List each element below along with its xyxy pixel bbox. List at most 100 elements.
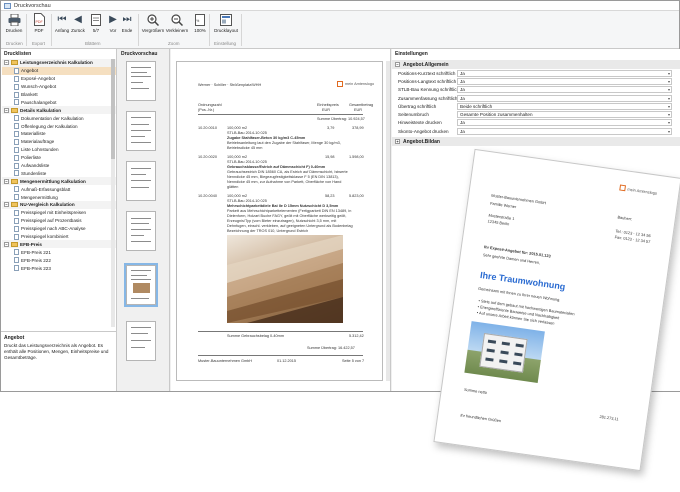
tree-label: Preisspiegel auf Prozentbasis — [21, 218, 82, 224]
tree-item[interactable]: Polierliste — [2, 154, 116, 162]
tree-group[interactable]: − Leistungsverzeichnis Kalkulation — [2, 59, 116, 67]
expand-icon[interactable]: + — [395, 139, 400, 145]
page-thumbnail[interactable] — [126, 211, 156, 251]
page-thumbnail[interactable] — [126, 161, 156, 201]
line-text: Mehrschichtparkettdiele Bai Ile D 15mm N… — [227, 204, 339, 208]
collapse-icon[interactable]: − — [4, 202, 9, 208]
thumb-line — [131, 279, 151, 280]
tree-item[interactable]: Liste Lohnstunden — [2, 146, 116, 154]
tree-group[interactable]: − EFB-Preis — [2, 240, 116, 249]
tree-item[interactable]: Aufwandsliste — [2, 162, 116, 170]
group-label-blaettern: Blättern — [85, 41, 101, 46]
tree-item[interactable]: Preisspiegel mit Einheitspreisen — [2, 209, 116, 217]
line-menge: 100,000 m2 — [227, 194, 248, 198]
tree-item[interactable]: Aufmaß-Erfassungsblatt — [2, 185, 116, 193]
folder-icon — [11, 241, 18, 247]
tree-item[interactable]: EFB-Preis 223 — [2, 264, 116, 272]
tree-item[interactable]: Mengenermittlung — [2, 193, 116, 201]
tree-item[interactable]: Angebot — [2, 66, 116, 75]
last-page-label: Ende — [121, 28, 133, 33]
collapse-icon[interactable]: − — [4, 178, 9, 184]
tree-label: Pauschalangebot — [21, 99, 57, 105]
tree-item[interactable]: Preisspiegel auf Prozentbasis — [2, 217, 116, 225]
settings-section-images[interactable]: + Angebot.Bildan — [392, 137, 680, 147]
tree-item[interactable]: Blankett — [2, 91, 116, 99]
zoom-out-button[interactable]: Verkleinern — [166, 13, 188, 39]
tree-item[interactable]: Stundenliste — [2, 169, 116, 177]
setting-dropdown[interactable]: Ja ▾ — [457, 77, 672, 85]
tree-item[interactable]: Materialauftrage — [2, 138, 116, 146]
title-bar: Druckvorschau — [1, 1, 679, 11]
chevron-down-icon[interactable]: ▾ — [668, 112, 671, 117]
collapse-icon[interactable]: − — [4, 107, 9, 113]
chevron-down-icon[interactable]: ▾ — [668, 104, 671, 109]
setting-dropdown[interactable]: Ja ▾ — [457, 119, 672, 127]
page-thumbnail[interactable] — [126, 321, 156, 361]
setting-dropdown[interactable]: Ja ▾ — [457, 127, 672, 135]
document-icon — [14, 249, 19, 256]
tree-scrollbar[interactable] — [111, 59, 115, 327]
pdf-button[interactable]: PDF PDF — [28, 13, 50, 39]
print-button[interactable]: Drucken — [3, 13, 25, 39]
chevron-down-icon[interactable]: ▾ — [668, 79, 671, 84]
page-thumbnail[interactable] — [126, 111, 156, 151]
chevron-down-icon[interactable]: ▾ — [668, 87, 671, 92]
collapse-icon[interactable]: − — [4, 60, 9, 66]
chevron-down-icon[interactable]: ▾ — [668, 129, 671, 134]
chevron-down-icon[interactable]: ▾ — [668, 71, 671, 76]
page-thumbnail-selected[interactable] — [124, 263, 158, 307]
svg-text:PDF: PDF — [35, 20, 43, 24]
settings-section-general[interactable]: − Angebot.Allgemein — [392, 60, 680, 69]
setting-dropdown[interactable]: Ja ▾ — [457, 69, 672, 77]
setting-dropdown[interactable]: Ja ▾ — [457, 86, 672, 94]
print-lists-title: Drucklisten — [4, 51, 32, 57]
group-label-einstellung: Einstellung — [214, 41, 237, 46]
col-header-pos: (Pos.-Nr.) — [198, 108, 215, 112]
zoom-in-button[interactable]: Vergrößern — [142, 13, 164, 39]
tree-label: Aufwandsliste — [21, 163, 50, 169]
tree-item[interactable]: Exposé-Angebot — [2, 75, 116, 83]
chevron-down-icon[interactable]: ▾ — [668, 120, 671, 125]
tree-item[interactable]: EFB-Preis 221 — [2, 248, 116, 256]
page-thumbnail[interactable] — [126, 61, 156, 101]
tree-item[interactable]: EFB-Preis 222 — [2, 256, 116, 264]
document-icon — [14, 225, 19, 232]
settings-title: Einstellungen — [395, 51, 428, 57]
setting-dropdown[interactable]: Ja ▾ — [457, 94, 672, 102]
tree-scroll-thumb[interactable] — [111, 59, 115, 159]
setting-dropdown[interactable]: Gesamte Position zusammenhalten ▾ — [457, 111, 672, 119]
thumb-line — [131, 67, 151, 68]
parquet-image — [227, 235, 343, 323]
zoom-level-button[interactable]: % 100% — [189, 13, 211, 39]
tree-item[interactable]: Offenlegung der Kalkulation — [2, 122, 116, 130]
line-ep: 58,23 — [325, 194, 335, 198]
chevron-down-icon[interactable]: ▾ — [668, 96, 671, 101]
tree-item[interactable]: Materialliste — [2, 130, 116, 138]
setting-value: Gesamte Position zusammenhalten — [460, 112, 533, 118]
setting-dropdown[interactable]: Beide schriftlich ▾ — [457, 102, 672, 110]
thumb-line — [131, 117, 151, 118]
col-header-eur1: EUR — [322, 108, 331, 112]
tree-item[interactable]: Preisspiegel nach ABC-Analyse — [2, 225, 116, 233]
thumb-line — [131, 142, 151, 143]
collapse-icon[interactable]: − — [395, 62, 400, 67]
preview-scrollbar[interactable] — [386, 61, 390, 381]
last-page-button[interactable]: ⏭ Ende — [116, 13, 138, 39]
tree-item[interactable]: Dokumentation der Kalkulation — [2, 114, 116, 122]
setting-label: STLB-Bau Kennung schriftlich — [398, 87, 457, 93]
tree-item[interactable]: Pauschalangebot — [2, 98, 116, 106]
collapse-icon[interactable]: − — [4, 241, 9, 247]
tree-group[interactable]: − NU-Vergleich Kalkulation — [2, 201, 116, 209]
print-lists-panel: Drucklisten − Leistungsverzeichnis Kalkul… — [1, 49, 117, 391]
building-window — [501, 341, 510, 346]
line-text: Gebrauchsklasse/Estrich auf Dämmschicht … — [227, 165, 326, 169]
tree-group[interactable]: − Details Kalkulation — [2, 106, 116, 115]
folder-icon — [11, 178, 18, 184]
tree-item[interactable]: Preisspiegel kombiniert — [2, 233, 116, 241]
tree-label: Mengenermittlung Kalkulation — [20, 178, 86, 184]
document-icon — [14, 154, 19, 161]
tree-item[interactable]: Wunsch-Angebot — [2, 83, 116, 91]
print-layout-button[interactable]: Drucklayout — [214, 13, 238, 39]
setting-label: Positions-Kurztext schriftlich — [398, 70, 456, 76]
tree-group[interactable]: − Mengenermittlung Kalkulation — [2, 177, 116, 186]
